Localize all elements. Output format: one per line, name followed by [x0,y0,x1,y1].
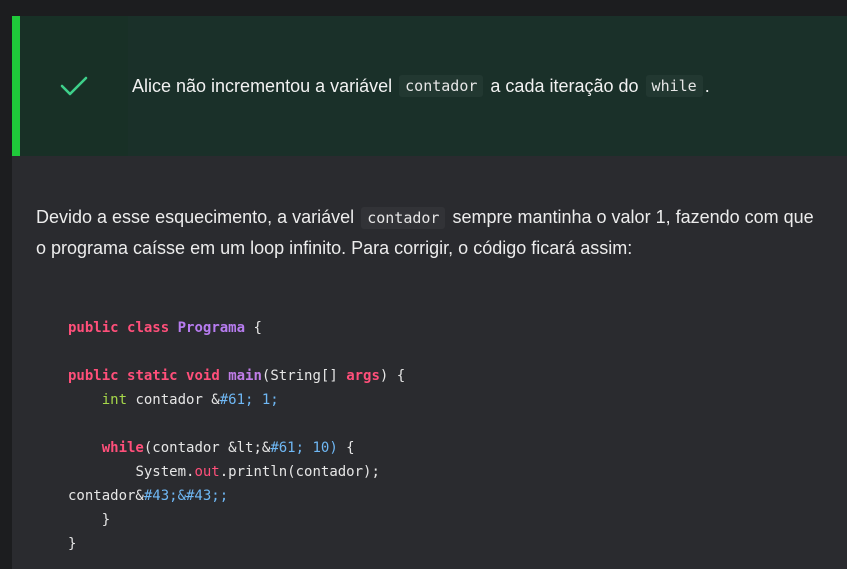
feedback-banner: Alice não incrementou a variável contado… [12,16,847,156]
code-line: while(contador &lt;&#61; 10) { [68,436,828,460]
feedback-code-keyword: while [645,75,703,97]
explanation-text-before: Devido a esse esquecimento, a variável [36,207,355,227]
code-text: ) { [379,368,406,384]
code-block: public class Programa {public static voi… [68,316,828,556]
code-number: #61; 1; [219,392,279,408]
code-number: #61; 10) [270,440,338,456]
code-keyword: void [186,368,220,384]
code-method-name: main [228,368,262,384]
page: Alice não incrementou a variável contado… [0,0,847,569]
feedback-text-before: Alice não incrementou a variável [132,75,393,96]
code-keyword: public [68,320,119,336]
code-param: args [346,368,380,384]
code-field: out [194,464,220,480]
code-class-name: Programa [177,320,246,336]
code-text: (contador &lt;& [143,440,271,456]
feedback-code-variable: contador [399,75,484,97]
code-number: #43;&#43;; [143,488,229,504]
code-text: (String[] [261,368,347,384]
code-line: public static void main(String[] args) { [68,364,828,388]
code-keyword: public [68,368,119,384]
code-text: contador & [127,392,220,408]
feedback-message: Alice não incrementou a variável contado… [132,16,710,156]
check-icon [60,76,88,96]
feedback-accent-bar [12,16,20,156]
code-type: int [101,392,128,408]
code-text: .println(contador); [219,464,380,480]
code-keyword: while [101,440,144,456]
code-line: contador&#43;&#43;; [68,484,828,508]
code-text: { [337,440,355,456]
code-line: public class Programa { [68,316,828,340]
code-keyword: static [127,368,178,384]
code-text: } [68,512,111,528]
code-line: } [68,532,828,556]
code-line: } [68,508,828,532]
code-line: int contador &#61; 1; [68,388,828,412]
feedback-icon-container [20,16,128,156]
explanation-panel: Devido a esse esquecimento, a variável c… [12,156,847,569]
code-text: contador& [68,488,144,504]
code-text: } [68,536,77,552]
code-text: { [245,320,262,336]
explanation-code-variable: contador [361,207,446,229]
code-keyword: class [127,320,170,336]
explanation-paragraph: Devido a esse esquecimento, a variável c… [36,202,826,263]
code-text: System. [135,464,195,480]
feedback-text-after: . [704,75,710,96]
code-line: System.out.println(contador); [68,460,828,484]
feedback-text-middle: a cada iteração do [490,75,639,96]
